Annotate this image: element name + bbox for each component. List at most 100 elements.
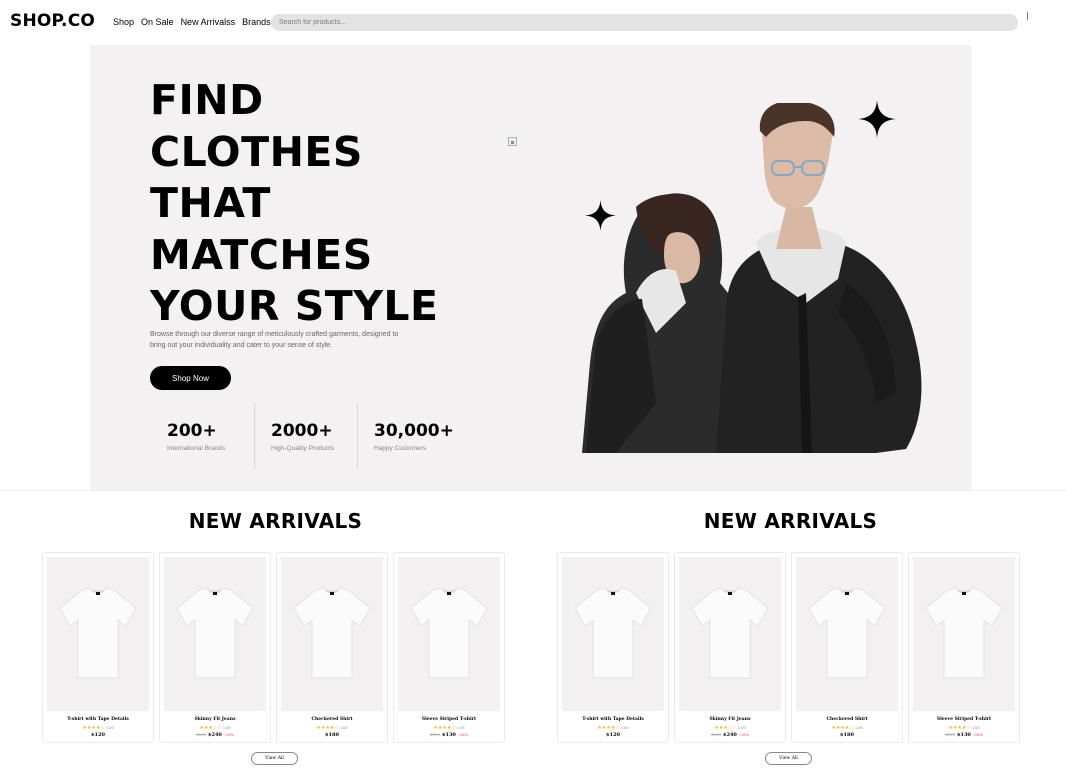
current-price: $180 <box>325 732 339 738</box>
product-price: $120 <box>558 732 668 738</box>
cart-icon[interactable] <box>1026 12 1030 24</box>
product-price: $260 $240 -20% <box>160 732 270 738</box>
rating-value: 4.5/5 <box>339 726 348 730</box>
stat-value: 200+ <box>167 421 217 441</box>
stat-label: Happy Customers <box>374 445 427 452</box>
old-price: $160 <box>429 732 440 737</box>
star-icons: ★★★★☆ <box>948 725 971 731</box>
nav-link-shop[interactable]: Shop <box>113 17 134 27</box>
tshirt-icon <box>293 587 371 679</box>
product-card[interactable]: Sleeve Striped T-shirt ★★★★☆4.5/5 $160 $1… <box>908 552 1020 743</box>
stat-label: High-Quality Products <box>271 445 335 452</box>
current-price: $130 <box>442 732 456 738</box>
product-name: T-shirt with Tape Details <box>67 717 129 722</box>
product-name: Skinny Fit Jeans <box>709 717 751 722</box>
current-price: $240 <box>723 732 737 738</box>
rating-value: 3.5/5 <box>222 726 231 730</box>
tshirt-icon <box>176 587 254 679</box>
stat-label: International Brands <box>167 445 226 452</box>
discount-badge: -30% <box>972 732 984 737</box>
hero-title-line: CLOTHES <box>150 127 363 176</box>
product-rating: ★★★★☆4.5/5 <box>558 725 668 731</box>
product-name: T-shirt with Tape Details <box>582 717 644 722</box>
product-card[interactable]: Checkered Shirt ★★★★☆4.5/5 $180 <box>276 552 388 743</box>
discount-badge: -20% <box>738 732 750 737</box>
product-image <box>164 557 266 711</box>
nav-links: Shop On Sale New Arrivalss Brands <box>113 17 271 27</box>
product-rating: ★★★★☆4.5/5 <box>277 725 387 731</box>
nav-link-new-arrivals[interactable]: New Arrivalss <box>181 17 236 27</box>
tshirt-icon <box>410 587 488 679</box>
product-card[interactable]: Skinny Fit Jeans ★★★☆☆3.5/5 $260 $240 -20% <box>674 552 786 743</box>
star-icons: ★★★★☆ <box>82 725 105 731</box>
product-card[interactable]: Sleeve Striped T-shirt ★★★★☆4.5/5 $160 $1… <box>393 552 505 743</box>
logo[interactable]: SHOP.CO <box>10 11 95 31</box>
rating-value: 3.5/5 <box>737 726 746 730</box>
hero-banner: FIND CLOTHES THAT MATCHES YOUR STYLE Bro… <box>90 45 971 490</box>
product-price: $160 $130 -30% <box>909 732 1019 738</box>
stat-value: 30,000+ <box>374 421 454 441</box>
product-image <box>398 557 500 711</box>
product-price: $160 $130 -30% <box>394 732 504 738</box>
product-image <box>796 557 898 711</box>
view-all-button[interactable]: View All <box>765 752 812 765</box>
product-image <box>281 557 383 711</box>
hero-title-line: MATCHES <box>150 230 373 279</box>
tshirt-icon <box>691 587 769 679</box>
star-icons: ★★★★☆ <box>433 725 456 731</box>
stat-divider <box>357 403 358 469</box>
new-arrivals-section: NEW ARRIVALS T-shirt with Tape Details ★… <box>557 500 1037 768</box>
tshirt-icon <box>574 587 652 679</box>
rating-value: 4.5/5 <box>105 726 114 730</box>
current-price: $120 <box>606 732 620 738</box>
product-price: $260 $240 -20% <box>675 732 785 738</box>
product-name: Sleeve Striped T-shirt <box>421 717 477 722</box>
product-card[interactable]: Skinny Fit Jeans ★★★☆☆3.5/5 $260 $240 -20% <box>159 552 271 743</box>
stat-divider <box>254 403 255 469</box>
product-image <box>47 557 149 711</box>
product-rating: ★★★★☆4.5/5 <box>394 725 504 731</box>
section-divider <box>0 490 1066 491</box>
hero-models-image <box>582 103 922 453</box>
product-image <box>679 557 781 711</box>
broken-image-icon <box>508 137 517 146</box>
product-card[interactable]: T-shirt with Tape Details ★★★★☆4.5/5 $12… <box>42 552 154 743</box>
star-icons: ★★★☆☆ <box>199 725 222 731</box>
discount-badge: -30% <box>457 732 469 737</box>
old-price: $260 <box>710 732 721 737</box>
tshirt-icon <box>925 587 1003 679</box>
current-price: $180 <box>840 732 854 738</box>
rating-value: 4.5/5 <box>854 726 863 730</box>
product-rating: ★★★★☆4.5/5 <box>43 725 153 731</box>
product-name: Checkered Shirt <box>826 717 868 722</box>
current-price: $240 <box>208 732 222 738</box>
section-title: NEW ARRIVALS <box>703 509 878 533</box>
current-price: $120 <box>91 732 105 738</box>
product-list: T-shirt with Tape Details ★★★★☆4.5/5 $12… <box>42 552 505 743</box>
product-name: Sleeve Striped T-shirt <box>936 717 992 722</box>
product-card[interactable]: Checkered Shirt ★★★★☆4.5/5 $180 <box>791 552 903 743</box>
star-icons: ★★★★☆ <box>831 725 854 731</box>
nav-link-on-sale[interactable]: On Sale <box>141 17 174 27</box>
current-price: $130 <box>957 732 971 738</box>
product-rating: ★★★☆☆3.5/5 <box>675 725 785 731</box>
product-name: Skinny Fit Jeans <box>194 717 236 722</box>
product-card[interactable]: T-shirt with Tape Details ★★★★☆4.5/5 $12… <box>557 552 669 743</box>
hero-title-line: THAT <box>150 179 271 227</box>
search-input[interactable] <box>271 14 1018 31</box>
rating-value: 4.5/5 <box>456 726 465 730</box>
view-all-button[interactable]: View All <box>251 752 298 765</box>
hero-title-line: FIND <box>150 76 264 124</box>
product-price: $120 <box>43 732 153 738</box>
top-nav: SHOP.CO Shop On Sale New Arrivalss Brand… <box>0 0 1066 46</box>
product-price: $180 <box>277 732 387 738</box>
hero-description: Browse through our diverse range of meti… <box>150 331 399 349</box>
product-rating: ★★★☆☆3.5/5 <box>160 725 270 731</box>
new-arrivals-section: NEW ARRIVALS T-shirt with Tape Details ★… <box>42 500 522 768</box>
rating-value: 4.5/5 <box>971 726 980 730</box>
nav-link-brands[interactable]: Brands <box>242 17 271 27</box>
product-rating: ★★★★☆4.5/5 <box>909 725 1019 731</box>
product-price: $180 <box>792 732 902 738</box>
shop-now-button[interactable]: Shop Now <box>150 366 231 390</box>
hero-title-line: YOUR STYLE <box>150 282 439 330</box>
